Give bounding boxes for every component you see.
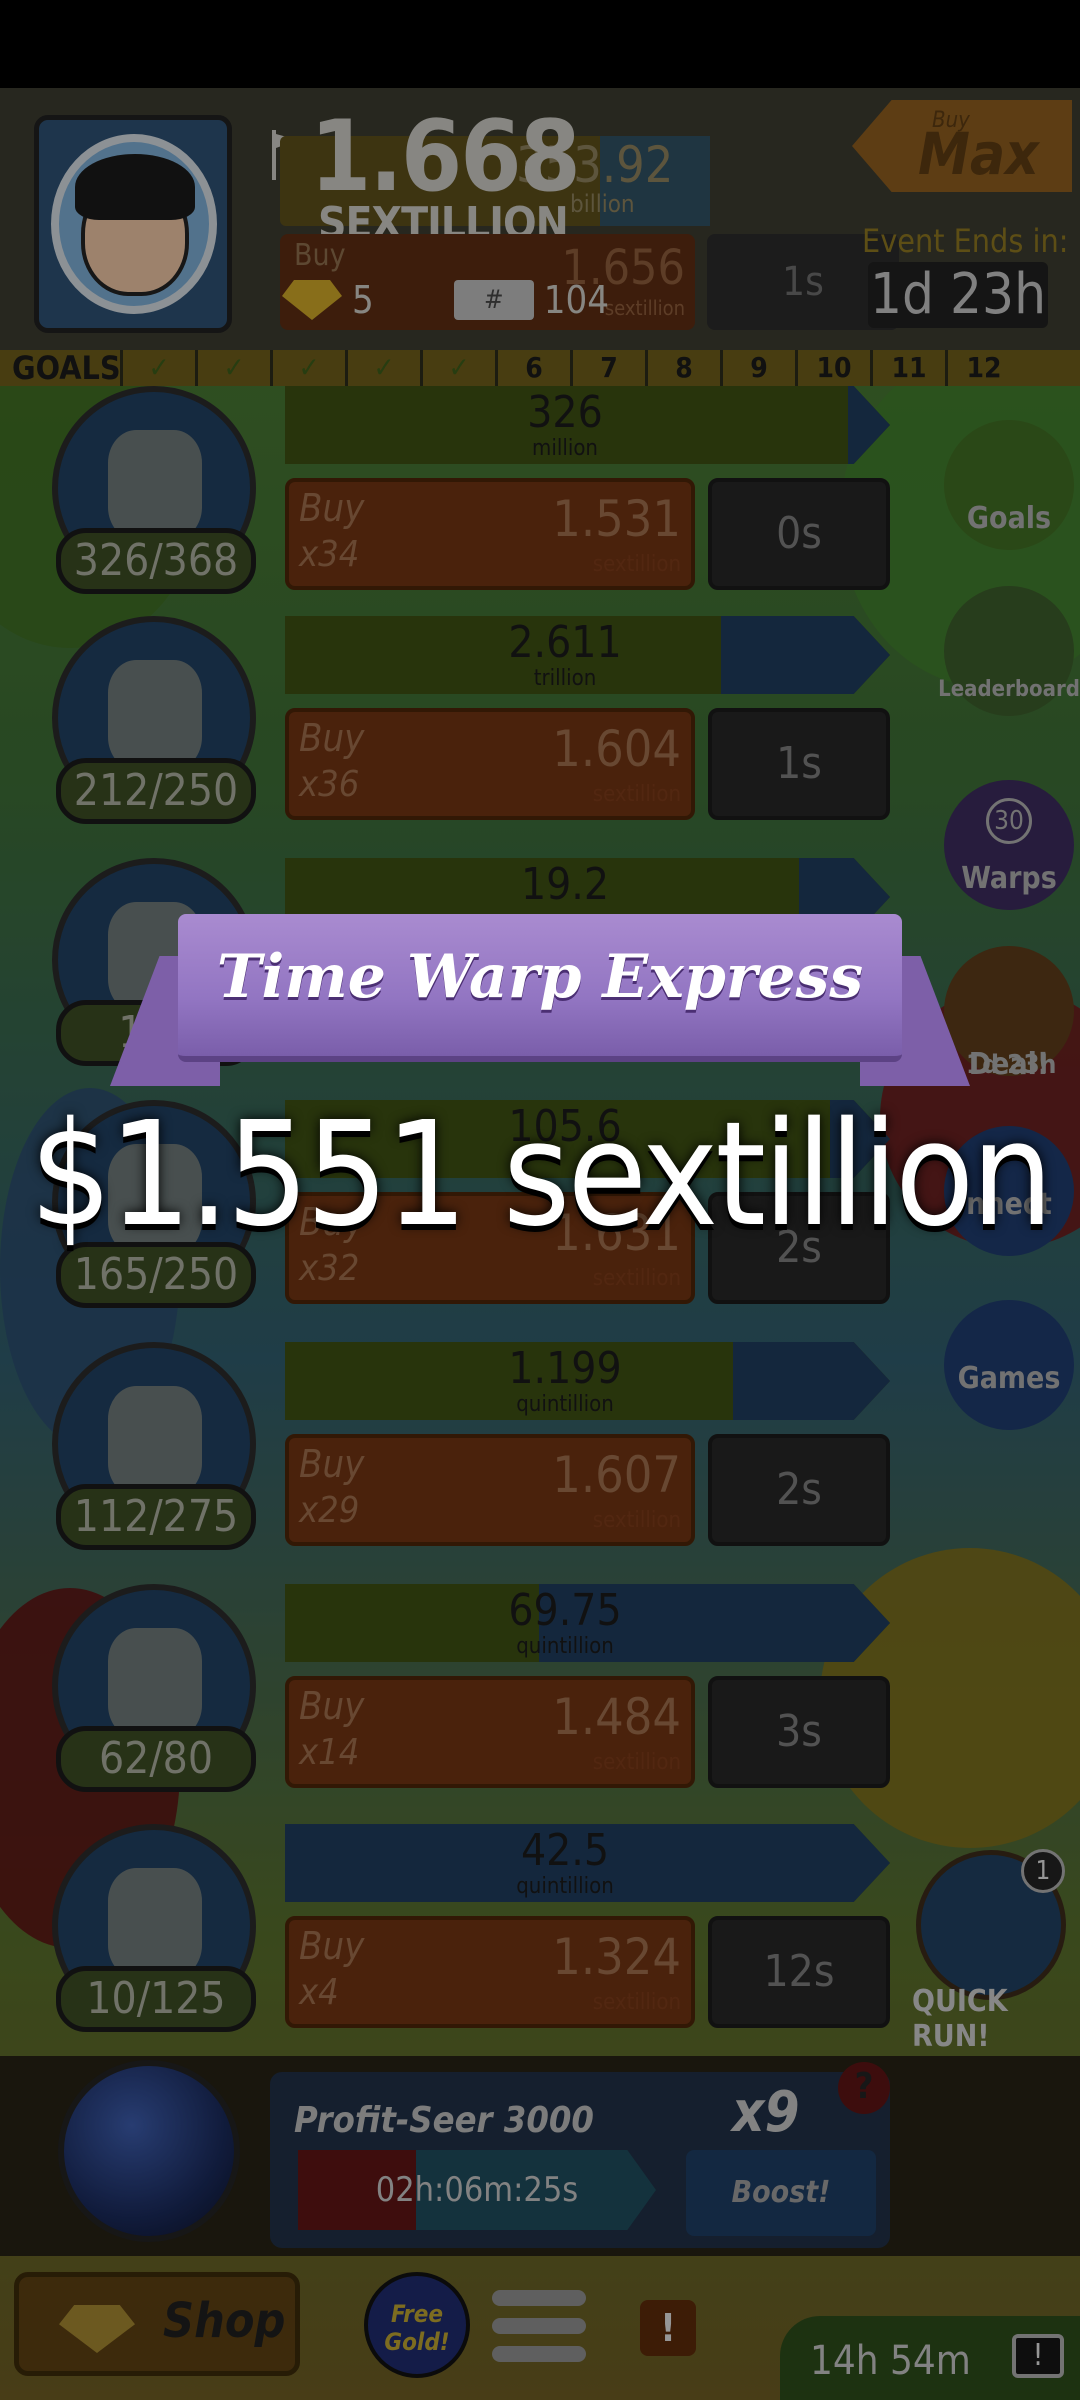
event-title: Time Warp Express [216,942,864,1012]
event-ribbon: Time Warp Express [178,914,902,1062]
status-bar [0,0,1080,88]
earned-amount: $1.551 sextillion [29,1090,1054,1258]
